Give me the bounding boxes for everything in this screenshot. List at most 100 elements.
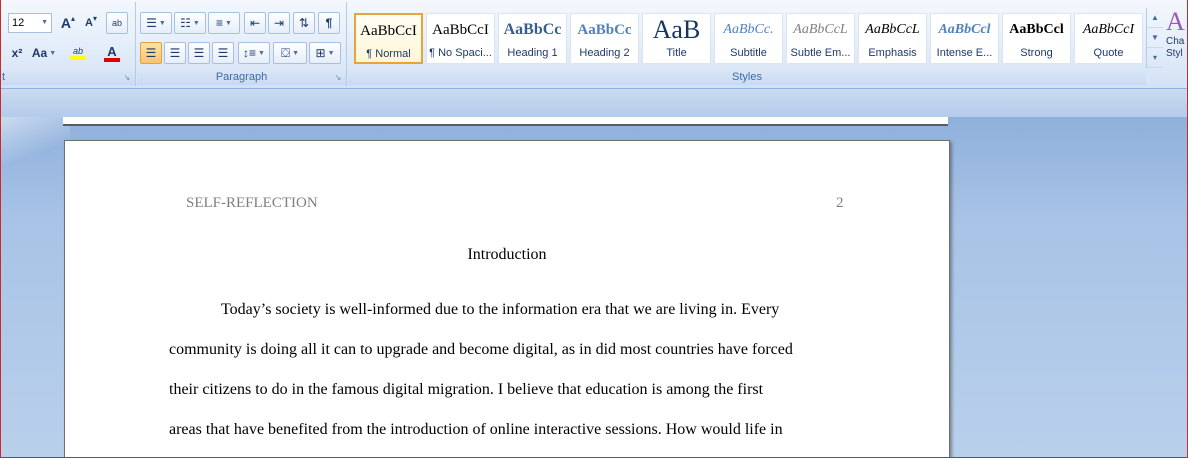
paragraph-dialog-launcher-icon[interactable]: ↘ (334, 74, 342, 82)
style-name: Intense E... (936, 47, 993, 59)
style-sample: AaBbCcI (1082, 22, 1135, 37)
font-color-icon: A (107, 43, 117, 59)
style-no-spacing[interactable]: AaBbCcI ¶ No Spaci... (426, 13, 495, 64)
chevron-down-icon: ▼ (192, 19, 200, 27)
styles-gallery-scroll: ▲ ▼ ▾ (1146, 8, 1163, 68)
justify-button[interactable]: ☰ (212, 42, 234, 64)
workspace-sheen (0, 117, 70, 177)
align-left-icon: ☰ (145, 46, 157, 60)
style-heading-2[interactable]: AaBbCc Heading 2 (570, 13, 639, 64)
chevron-down-icon: ▼ (292, 49, 300, 57)
highlight-button[interactable]: ab (62, 42, 94, 64)
style-sample: AaBbCcl (938, 22, 991, 37)
chevron-down-icon: ▼ (41, 19, 48, 26)
style-subtle-emphasis[interactable]: AaBbCcL Subtle Em... (786, 13, 855, 64)
change-styles-button[interactable]: A Cha Styl (1166, 2, 1188, 86)
style-name: ¶ Normal (366, 48, 411, 60)
font-color-button[interactable]: A (96, 42, 128, 64)
clear-formatting-icon: ab (111, 17, 122, 28)
line-spacing-button[interactable]: ↕≡ ▼ (238, 42, 270, 64)
shading-button[interactable]: ⛋ ▼ (273, 42, 307, 64)
change-case-button[interactable]: Aa ▼ (30, 42, 58, 64)
style-sample: AaBbCc. (723, 22, 774, 37)
style-title[interactable]: AaB Title (642, 13, 711, 64)
gallery-up-icon[interactable]: ▲ (1147, 8, 1163, 28)
style-name: Quote (1093, 47, 1124, 59)
paragraph-group: ☰ ▼ ☷ ▼ ≡ ▼ ⇤ ⇥ ⇅ ¶ ☰ ☰ ☰ ☰ ↕≡ ▼ ⛋ ▼ ⊞ ▼… (137, 2, 347, 86)
increase-indent-button[interactable]: ⇥ (268, 12, 290, 34)
gallery-down-icon[interactable]: ▼ (1147, 28, 1163, 48)
style-sample: AaBbCcL (865, 22, 920, 37)
gallery-more-icon[interactable]: ▾ (1147, 48, 1163, 68)
chevron-down-icon: ▼ (49, 49, 57, 57)
align-center-button[interactable]: ☰ (164, 42, 186, 64)
style-name: Heading 1 (507, 47, 558, 59)
clear-formatting-button[interactable]: ab (106, 12, 128, 34)
style-sample: AaBbCcL (793, 22, 848, 37)
style-name: Title (666, 47, 687, 59)
style-heading-1[interactable]: AaBbCc Heading 1 (498, 13, 567, 64)
body-text-line: Today’s society is well-informed due to … (221, 301, 780, 318)
style-sample: AaBbCcl (1009, 22, 1064, 37)
align-right-icon: ☰ (193, 46, 205, 60)
section-heading: Introduction (467, 246, 547, 263)
body-text-line: their citizens to do in the famous digit… (169, 381, 764, 398)
shrink-font-button[interactable]: A ▾ (80, 12, 102, 34)
chevron-down-icon: ▼ (258, 49, 265, 57)
superscript-icon: x² (11, 46, 23, 60)
change-styles-label-line2: Styl (1166, 48, 1183, 59)
align-left-button[interactable]: ☰ (140, 42, 162, 64)
chevron-down-icon: ▼ (225, 19, 232, 27)
document-page[interactable]: SELF-REFLECTION 2 Introduction Today’s s… (64, 140, 950, 458)
sort-button[interactable]: ⇅ (293, 12, 315, 34)
font-size-select[interactable]: 12 ▼ (8, 13, 52, 33)
style-sample: AaBbCc (577, 22, 632, 38)
ruler-area (0, 89, 1188, 117)
grow-font-button[interactable]: A ▴ (57, 12, 79, 34)
superscript-button[interactable]: x² (6, 42, 28, 64)
body-text-line: community is doing all it can to upgrade… (169, 341, 793, 358)
decrease-indent-icon: ⇤ (249, 16, 261, 30)
arrow-down-icon: ▾ (92, 14, 97, 23)
running-head: SELF-REFLECTION (186, 195, 318, 211)
borders-button[interactable]: ⊞ ▼ (309, 42, 341, 64)
numbering-button[interactable]: ☷ ▼ (174, 12, 206, 34)
style-strong[interactable]: AaBbCcl Strong (1002, 13, 1071, 64)
previous-page-bottom (63, 117, 948, 126)
style-emphasis[interactable]: AaBbCcL Emphasis (858, 13, 927, 64)
chevron-down-icon: ▼ (158, 19, 166, 27)
align-right-button[interactable]: ☰ (188, 42, 210, 64)
style-intense-emphasis[interactable]: AaBbCcl Intense E... (930, 13, 999, 64)
ribbon: 12 ▼ A ▴ A ▾ ab x² Aa ▼ ab A t ↘ ☰ ▼ ☷ ▼… (0, 0, 1188, 89)
styles-group: AaBbCcI ¶ Normal AaBbCcI ¶ No Spaci... A… (348, 2, 1188, 86)
font-dialog-launcher-icon[interactable]: ↘ (123, 74, 131, 82)
line-spacing-icon: ↕≡ (243, 46, 257, 60)
decrease-indent-button[interactable]: ⇤ (244, 12, 266, 34)
highlight-color-swatch (70, 55, 86, 60)
body-text-line: areas that have benefited from the intro… (169, 421, 783, 438)
font-group-label: t (0, 69, 135, 85)
change-styles-label-line1: Cha (1166, 36, 1185, 47)
paragraph-group-label: Paragraph (137, 69, 346, 85)
style-subtitle[interactable]: AaBbCc. Subtitle (714, 13, 783, 64)
bullet-list-icon: ☰ (146, 16, 157, 30)
style-name: Emphasis (868, 47, 917, 59)
bullets-button[interactable]: ☰ ▼ (140, 12, 172, 34)
multilevel-list-button[interactable]: ≡ ▼ (208, 12, 240, 34)
chevron-down-icon: ▼ (327, 49, 335, 57)
shrink-font-icon: A (85, 16, 93, 29)
highlighter-icon: ab (72, 45, 83, 56)
grow-font-icon: A (60, 15, 72, 31)
arrow-up-icon: ▴ (71, 14, 76, 23)
justify-icon: ☰ (217, 46, 229, 60)
style-sample: AaBbCcI (360, 23, 417, 39)
numbered-list-icon: ☷ (180, 16, 191, 30)
align-center-icon: ☰ (169, 46, 181, 60)
font-group: 12 ▼ A ▴ A ▾ ab x² Aa ▼ ab A t ↘ (0, 2, 136, 86)
change-case-label: Aa (31, 46, 48, 60)
style-sample: AaBbCc (503, 21, 562, 38)
style-quote[interactable]: AaBbCcI Quote (1074, 13, 1143, 64)
show-hide-button[interactable]: ¶ (318, 12, 340, 34)
pilcrow-icon: ¶ (325, 16, 333, 30)
style-normal[interactable]: AaBbCcI ¶ Normal (354, 13, 423, 64)
